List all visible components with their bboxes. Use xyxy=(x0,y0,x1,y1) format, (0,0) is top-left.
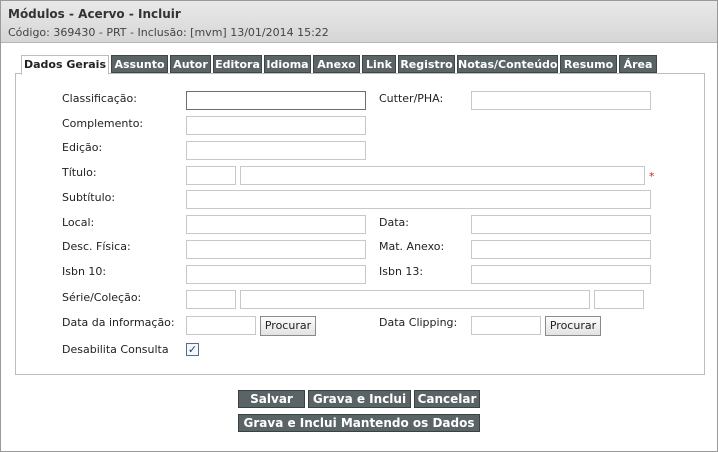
serie-prefix-input[interactable] xyxy=(186,290,236,309)
titulo-input[interactable] xyxy=(240,166,645,185)
tab-registro[interactable]: Registro xyxy=(398,55,455,73)
salvar-button[interactable]: Salvar xyxy=(238,390,305,408)
dialog-window: Módulos - Acervo - Incluir Código: 36943… xyxy=(0,0,718,452)
data-clipping-label: Data Clipping: xyxy=(379,316,458,329)
isbn13-input[interactable] xyxy=(471,265,651,284)
desc-fisica-label: Desc. Física: xyxy=(62,240,131,253)
isbn10-input[interactable] xyxy=(186,265,366,284)
edicao-input[interactable] xyxy=(186,141,366,160)
required-mark: * xyxy=(649,170,655,183)
dialog-title: Módulos - Acervo - Incluir xyxy=(8,7,181,21)
cancelar-button[interactable]: Cancelar xyxy=(414,390,480,408)
serie-number-input[interactable] xyxy=(594,290,644,309)
mat-anexo-input[interactable] xyxy=(471,240,651,259)
desc-fisica-input[interactable] xyxy=(186,240,366,259)
tab-autor[interactable]: Autor xyxy=(170,55,211,73)
edicao-label: Edição: xyxy=(62,141,103,154)
tab-dados-gerais[interactable]: Dados Gerais xyxy=(21,55,109,75)
titulo-label: Título: xyxy=(62,166,97,179)
titulo-prefix-input[interactable] xyxy=(186,166,236,185)
cutter-label: Cutter/PHA: xyxy=(379,92,444,105)
complemento-input[interactable] xyxy=(186,116,366,135)
classificacao-input[interactable] xyxy=(186,91,366,110)
isbn13-label: Isbn 13: xyxy=(379,265,424,278)
serie-input[interactable] xyxy=(240,290,590,309)
mat-anexo-label: Mat. Anexo: xyxy=(379,240,445,253)
tab-area[interactable]: Área xyxy=(619,55,657,73)
data-clipping-input[interactable] xyxy=(471,316,541,335)
record-info: Código: 369430 - PRT - Inclusão: [mvm] 1… xyxy=(8,26,329,39)
complemento-label: Complemento: xyxy=(62,117,144,130)
local-input[interactable] xyxy=(186,215,366,234)
local-label: Local: xyxy=(62,216,95,229)
desabilita-consulta-label: Desabilita Consulta xyxy=(62,343,169,356)
desabilita-consulta-checkbox[interactable]: ✓ xyxy=(186,343,199,356)
tab-link[interactable]: Link xyxy=(362,55,396,73)
data-informacao-input[interactable] xyxy=(186,316,256,335)
data-informacao-label: Data da informação: xyxy=(62,316,175,329)
subtitulo-label: Subtítulo: xyxy=(62,191,116,204)
subtitulo-input[interactable] xyxy=(186,190,651,209)
tab-resumo[interactable]: Resumo xyxy=(560,55,617,73)
tab-idioma[interactable]: Idioma xyxy=(264,55,311,73)
tab-anexo[interactable]: Anexo xyxy=(313,55,360,73)
procurar-data-clipping-button[interactable]: Procurar xyxy=(545,316,601,336)
form-panel: Classificação: Cutter/PHA: Complemento: … xyxy=(15,73,705,375)
serie-label: Série/Coleção: xyxy=(62,291,142,304)
tab-editora[interactable]: Editora xyxy=(213,55,262,73)
tab-notas-conteudo[interactable]: Notas/Conteúdo xyxy=(457,55,558,73)
grava-inclui-button[interactable]: Grava e Inclui xyxy=(308,390,411,408)
data-label: Data: xyxy=(379,216,409,229)
grava-inclui-mantendo-button[interactable]: Grava e Inclui Mantendo os Dados xyxy=(238,414,480,432)
cutter-input[interactable] xyxy=(471,91,651,110)
procurar-data-informacao-button[interactable]: Procurar xyxy=(260,316,316,336)
data-input[interactable] xyxy=(471,215,651,234)
tab-assunto[interactable]: Assunto xyxy=(111,55,168,73)
dialog-header: Módulos - Acervo - Incluir Código: 36943… xyxy=(1,1,717,43)
classificacao-label: Classificação: xyxy=(62,92,137,105)
isbn10-label: Isbn 10: xyxy=(62,265,107,278)
